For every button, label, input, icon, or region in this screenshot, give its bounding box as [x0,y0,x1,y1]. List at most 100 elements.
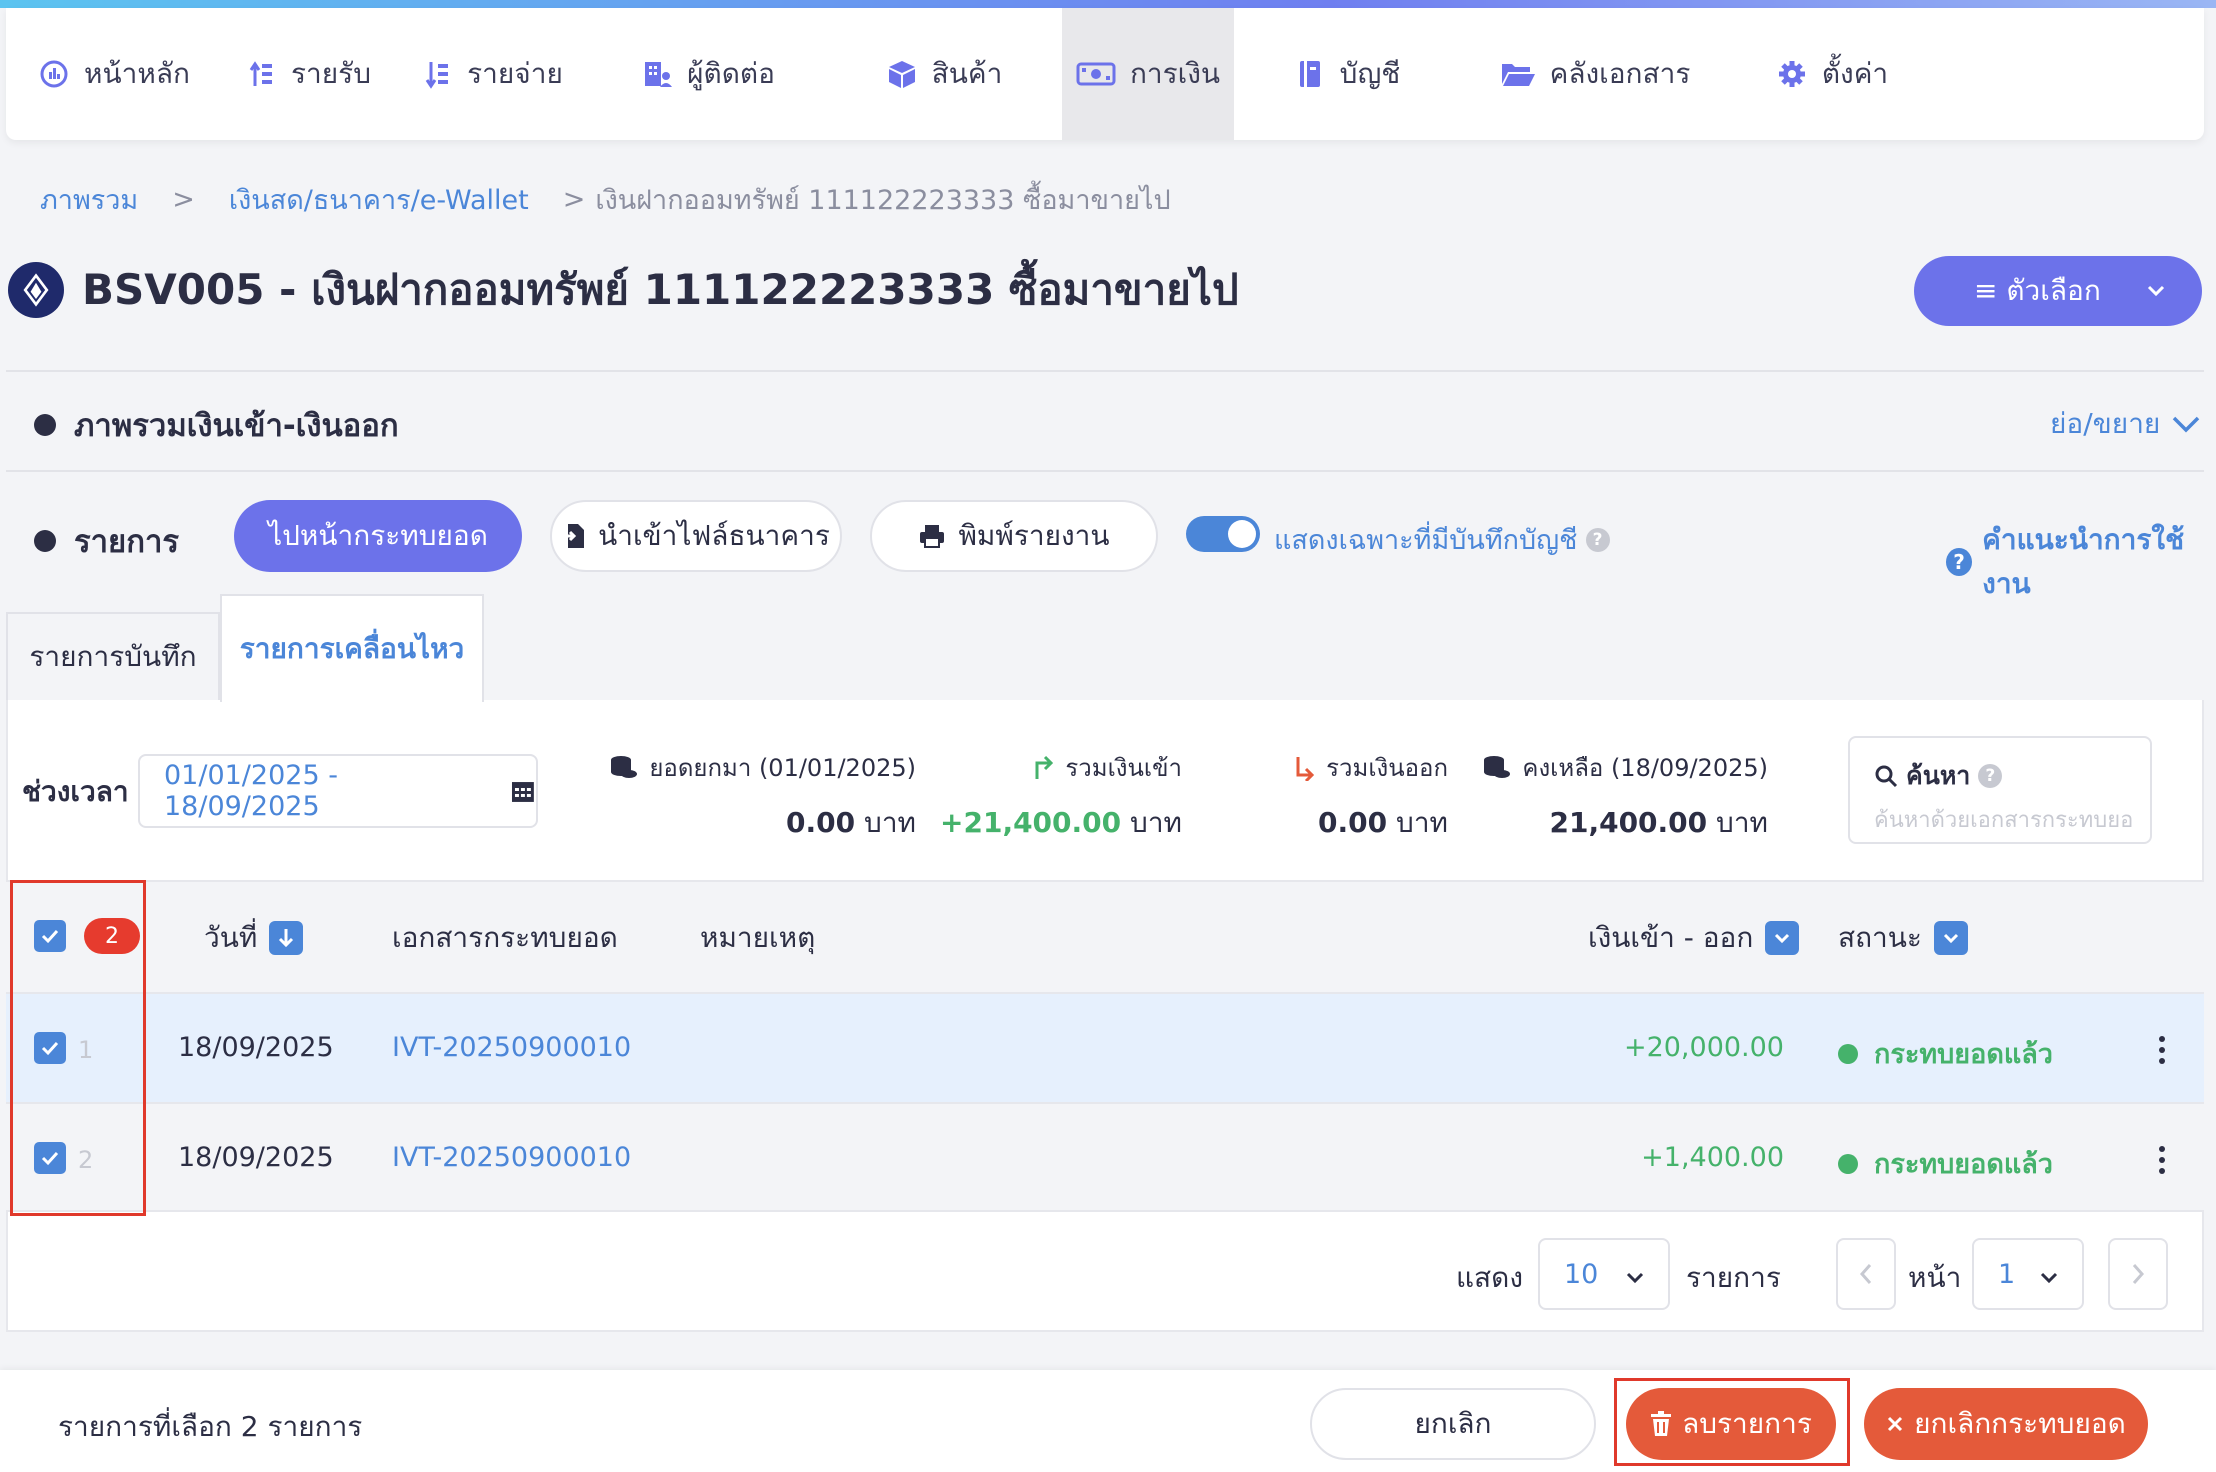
nav-item-dashboard[interactable]: หน้าหลัก [6,8,222,140]
income-icon [249,61,272,86]
print-label: พิมพ์รายงาน [958,519,1110,552]
help-question-icon: ? [1946,548,1973,576]
tab-recorded[interactable]: รายการบันทึก [6,612,220,700]
main-nav: หน้าหลัก รายรับ รายจ่าย ผู้ติดต่อ สินค้า… [6,8,2204,140]
row-more-menu-icon[interactable] [2158,1036,2166,1069]
chevron-down-icon [1775,933,1790,944]
nav-item-contacts[interactable]: ผู้ติดต่อ [590,8,826,140]
page-select[interactable]: 1 [1972,1238,2084,1310]
highlight-outline-checkboxes [10,880,146,1216]
search-box: ค้นหา ? [1848,736,2152,844]
status-badge: กระทบยอดแล้ว [1874,1039,2053,1070]
filter-dropdown-button[interactable] [1933,921,1968,955]
divider [6,370,2204,372]
summary-value: 21,400.00 [1549,806,1708,839]
file-import-icon [564,524,585,548]
column-label: หมายเหตุ [700,921,816,954]
chevron-right-icon [2132,1264,2145,1284]
date-range-picker[interactable]: 01/01/2025 - 18/09/2025 [138,754,538,828]
row-date: 18/09/2025 [178,1142,334,1173]
summary-value: 0.00 [786,806,856,839]
search-icon [1875,765,1898,788]
row-doc-link[interactable]: IVT-20250900010 [392,1032,631,1063]
column-header-note: หมายเหตุ [700,916,815,960]
summary-value: 0.00 [1318,806,1388,839]
row-doc-link[interactable]: IVT-20250900010 [392,1142,631,1173]
overview-section-header: ภาพรวมเงินเข้า-เงินออก [34,400,399,450]
breadcrumb-current: เงินฝากออมทรัพย์ 111122223333 ซื้อมาขายไ… [595,185,1171,216]
transactions-label: รายการ [74,524,180,560]
search-label: ค้นหา [1906,761,1971,790]
period-label: ช่วงเวลา [22,775,129,808]
collapse-label: ย่อ/ขยาย [2050,407,2161,440]
row-more-menu-icon[interactable] [2158,1146,2166,1179]
nav-item-products[interactable]: สินค้า [826,8,1062,140]
next-page-button[interactable] [2108,1238,2168,1310]
help-question-icon[interactable]: ? [1978,764,2003,788]
prev-page-button[interactable] [1836,1238,1896,1310]
breadcrumb-overview[interactable]: ภาพรวม [40,178,138,221]
nav-item-accounts[interactable]: บัญชี [1234,8,1460,140]
summary-opening-balance: ยอดยกมา (01/01/2025) 0.00 บาท [609,748,916,845]
status-dot [1838,1043,1858,1064]
search-input[interactable] [1874,808,2134,833]
ledger-icon [1299,61,1320,87]
options-label: ≡ ตัวเลือก [1974,274,2101,307]
sort-button[interactable] [269,921,304,955]
print-report-button[interactable]: พิมพ์รายงาน [870,500,1158,572]
row-date: 18/09/2025 [178,1032,334,1063]
go-to-reconcile-button[interactable]: ไปหน้ากระทบยอด [234,500,522,572]
summary-total-out: รวมเงินออก 0.00 บาท [1290,748,1448,845]
row-status: กระทบยอดแล้ว [1838,1032,2053,1075]
column-header-amount: เงินเข้า - ออก [1588,916,1800,960]
contacts-icon [645,62,673,87]
page-size-select[interactable]: 10 [1538,1238,1670,1310]
collapse-expand-toggle[interactable]: ย่อ/ขยาย [2050,402,2202,446]
column-label: วันที่ [204,921,258,954]
dashboard-icon [40,60,68,88]
chevron-down-icon [1943,933,1959,944]
nav-item-label: หน้าหลัก [84,57,190,90]
filter-dropdown-button[interactable] [1765,921,1800,955]
nav-item-income[interactable]: รายรับ [222,8,394,140]
nav-item-documents[interactable]: คลังเอกสาร [1460,8,1730,140]
breadcrumb-cash-bank[interactable]: เงินสด/ธนาคาร/e-Wallet [229,178,529,221]
nav-item-label: คลังเอกสาร [1549,57,1691,90]
status-dot [1838,1153,1858,1174]
currency-unit: บาท [1130,806,1182,839]
nav-item-label: รายจ่าย [467,57,563,90]
summary-label: คงเหลือ (18/09/2025) [1522,754,1768,782]
tab-label: รายการบันทึก [29,640,197,673]
show-recorded-only-toggle[interactable] [1186,516,1260,552]
currency-unit: บาท [1396,806,1448,839]
pagination-show-label: แสดง [1456,1261,1523,1294]
nav-item-expense[interactable]: รายจ่าย [394,8,590,140]
printer-icon [920,525,945,548]
page-size-value: 10 [1564,1258,1599,1290]
nav-item-finance[interactable]: การเงิน [1062,8,1234,140]
nav-item-label: ผู้ติดต่อ [687,57,775,90]
page-value: 1 [1998,1258,2016,1290]
arrow-in-icon [1035,755,1054,779]
cancel-reconcile-button[interactable]: ยกเลิกกระทบยอด [1864,1388,2148,1460]
nav-item-label: การเงิน [1129,57,1221,90]
usage-guide-link[interactable]: ? คำแนะนำการใช้งาน [1946,518,2216,606]
currency-unit: บาท [864,806,916,839]
calendar-icon [512,782,535,802]
summary-label: รวมเงินออก [1326,754,1448,782]
breadcrumb-separator: > [562,184,586,215]
currency-unit: บาท [1716,806,1768,839]
column-header-status: สถานะ [1838,916,1968,960]
tab-movements[interactable]: รายการเคลื่อนไหว [220,594,484,702]
nav-item-settings[interactable]: ตั้งค่า [1730,8,1934,140]
help-question-icon[interactable]: ? [1585,527,1610,552]
summary-value: +21,400.00 [940,806,1122,839]
import-bank-file-button[interactable]: นำเข้าไฟล์ธนาคาร [550,500,842,572]
toggle-label: แสดงเฉพาะที่มีบันทึกบัญชี [1274,525,1578,556]
cancel-button[interactable]: ยกเลิก [1310,1388,1596,1460]
row-status: กระทบยอดแล้ว [1838,1142,2053,1185]
nav-item-label: สินค้า [931,57,1003,90]
options-dropdown-button[interactable]: ≡ ตัวเลือก [1914,256,2202,326]
column-label: เอกสารกระทบยอด [392,921,618,954]
money-icon [1076,62,1116,86]
